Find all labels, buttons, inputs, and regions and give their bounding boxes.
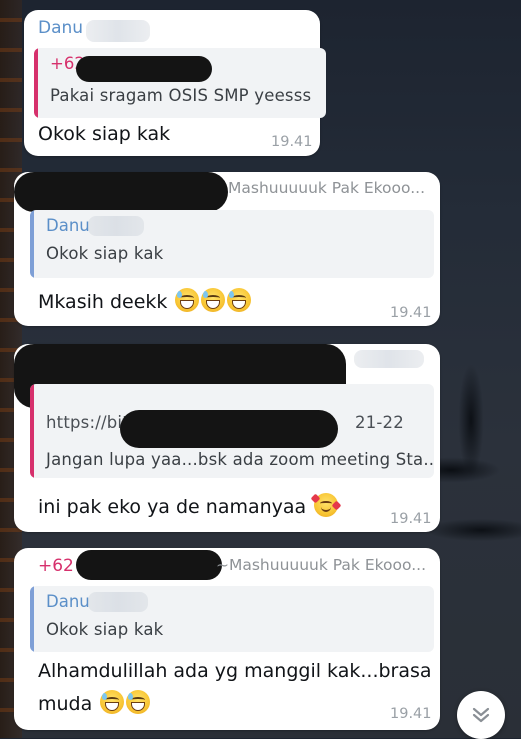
grin-sweat-emoji-icon bbox=[175, 288, 200, 312]
quote-text: Jangan lupa yaa...bsk ada zoom meeting S… bbox=[46, 450, 434, 469]
message-text: ini pak eko ya de namanyaa bbox=[38, 496, 307, 518]
redacted-name bbox=[88, 216, 144, 236]
sender-name[interactable]: Danu bbox=[38, 18, 83, 38]
quote-sender: Danu bbox=[46, 592, 90, 611]
quote-bar bbox=[34, 48, 38, 118]
message-bubble-4[interactable]: +62 ~Mashuuuuuk Pak Ekooo... Danu Okok s… bbox=[14, 548, 440, 730]
sender-alias: ~Mashuuuuuk Pak Ekooo... bbox=[216, 556, 427, 574]
redacted-sender bbox=[14, 172, 228, 212]
message-text-line: Mkasih deekk bbox=[38, 288, 252, 313]
quote-bar bbox=[30, 210, 34, 278]
message-text-line: ini pak eko ya de namanyaa bbox=[38, 493, 342, 518]
quote-link-start[interactable]: https://bit bbox=[46, 413, 129, 432]
message-time: 19.41 bbox=[390, 305, 432, 321]
scroll-down-button[interactable] bbox=[457, 691, 505, 739]
redacted-phone bbox=[76, 56, 212, 82]
double-chevron-down-icon bbox=[472, 707, 490, 723]
quote-text: Okok siap kak bbox=[46, 244, 164, 263]
message-bubble-2[interactable]: Mashuuuuuk Pak Ekooo... Danu Okok siap k… bbox=[14, 172, 440, 326]
quote-text: Pakai sragam OSIS SMP yeesss bbox=[50, 86, 312, 105]
grin-sweat-emoji-icon bbox=[100, 690, 125, 714]
sender-phone[interactable]: +62 bbox=[38, 556, 74, 576]
smiling-face-with-hearts-emoji-icon bbox=[310, 493, 342, 517]
quote-sender: Danu bbox=[46, 216, 90, 235]
quote-bar bbox=[30, 384, 34, 478]
grin-sweat-emoji-icon bbox=[126, 690, 151, 714]
message-bubble-3[interactable]: https://bit 21-22 Jangan lupa yaa...bsk … bbox=[14, 344, 440, 532]
message-text-line2: muda bbox=[38, 693, 93, 715]
redacted-link bbox=[120, 410, 338, 448]
message-text-line: muda bbox=[38, 690, 151, 715]
message-time: 19.41 bbox=[271, 134, 313, 150]
message-text-line1: Alhamdulillah ada yg manggil kak...brasa bbox=[38, 660, 432, 682]
message-bubble-1[interactable]: Danu +62 Pakai sragam OSIS SMP yeesss Ok… bbox=[24, 10, 326, 156]
redacted-name bbox=[86, 20, 150, 42]
quote-text: Okok siap kak bbox=[46, 620, 164, 639]
redacted-alias bbox=[354, 350, 424, 368]
grin-sweat-emoji-icon bbox=[227, 288, 252, 312]
sender-alias: Mashuuuuuk Pak Ekooo... bbox=[228, 179, 426, 197]
redacted-name bbox=[88, 592, 148, 612]
message-text: Mkasih deekk bbox=[38, 291, 168, 313]
message-text: Okok siap kak bbox=[38, 123, 171, 145]
grin-sweat-emoji-icon bbox=[201, 288, 226, 312]
redacted-phone bbox=[76, 550, 222, 580]
message-time: 19.41 bbox=[390, 511, 432, 527]
quote-bar bbox=[30, 586, 34, 652]
quote-link-end[interactable]: 21-22 bbox=[355, 413, 404, 432]
message-time: 19.41 bbox=[390, 706, 432, 722]
